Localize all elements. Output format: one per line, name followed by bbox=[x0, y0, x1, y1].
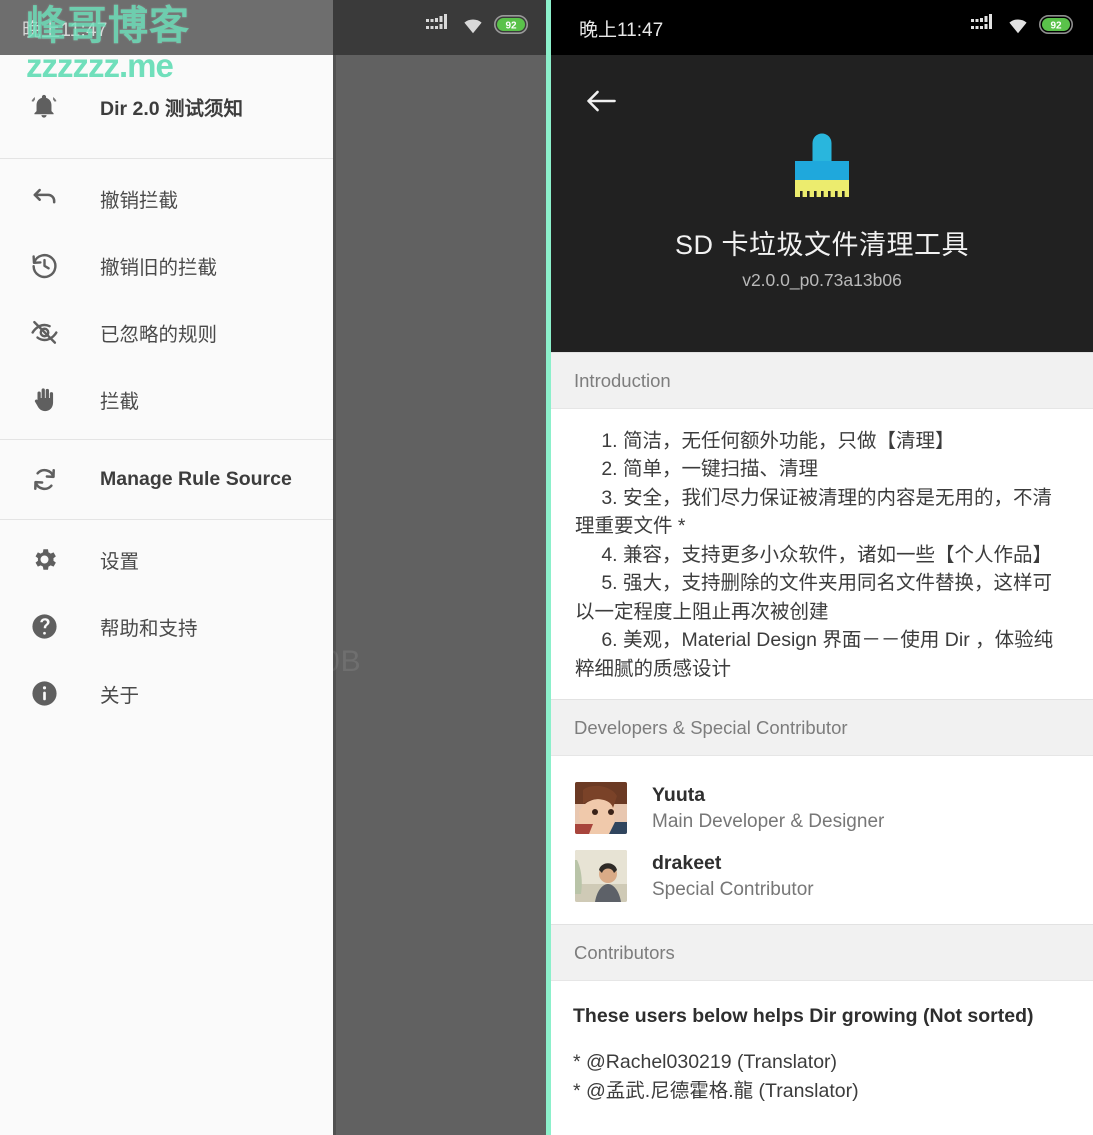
intro-line: 4. 兼容，支持更多小众软件，诸如一些【个人作品】 bbox=[601, 543, 1052, 566]
developer-meta: Yuuta Main Developer & Designer bbox=[652, 784, 884, 833]
developer-meta: drakeet Special Contributor bbox=[652, 852, 814, 901]
right-status-bar: 晚上11:47 92 bbox=[551, 0, 1093, 55]
drawer-item-label: 撤销旧的拦截 bbox=[100, 257, 218, 279]
drawer-item-about[interactable]: 关于 bbox=[0, 660, 333, 727]
drawer-item-undo-block[interactable]: 撤销拦截 bbox=[0, 165, 333, 232]
avatar bbox=[575, 782, 627, 835]
section-title: Developers & Special Contributor bbox=[574, 716, 848, 738]
drawer-item-help-support[interactable]: 帮助和支持 bbox=[0, 593, 333, 660]
drawer-item-label: Manage Rule Source bbox=[100, 468, 292, 490]
wifi-icon bbox=[461, 15, 485, 39]
hand-icon bbox=[22, 378, 66, 422]
drawer-item-notice[interactable]: Dir 2.0 测试须知 bbox=[0, 77, 333, 135]
drawer-divider bbox=[0, 439, 333, 440]
undo-icon bbox=[22, 177, 66, 221]
left-status-bar: 晚上11:47 92 bbox=[0, 0, 546, 55]
drawer-divider bbox=[0, 158, 333, 159]
svg-text:92: 92 bbox=[1050, 20, 1062, 31]
intro-line: 5. 强大，支持删除的文件夹用同名文件替换，这样可以一定程度上阻止再次被创建 bbox=[575, 572, 1052, 623]
section-title: Contributors bbox=[574, 941, 675, 963]
back-arrow-icon[interactable] bbox=[581, 81, 621, 121]
eye-off-icon bbox=[22, 311, 66, 355]
developer-name: drakeet bbox=[652, 851, 722, 874]
sync-icon bbox=[22, 458, 66, 502]
drawer-header: Dir 2.0 测试须知 bbox=[0, 55, 333, 152]
drawer-item-undo-old-block[interactable]: 撤销旧的拦截 bbox=[0, 232, 333, 299]
drawer-item-label: 帮助和支持 bbox=[100, 618, 198, 640]
history-icon bbox=[22, 244, 66, 288]
right-status-icons: 92 bbox=[971, 14, 1074, 39]
battery-icon: 92 bbox=[494, 14, 529, 39]
signal-bars-icon bbox=[426, 14, 452, 39]
dual-screenshot-container: 0B 晚上11:47 92 Dir 2.0 测试须知 撤销拦截 撤销旧的拦截 已… bbox=[0, 0, 1093, 1135]
right-status-time: 晚上11:47 bbox=[579, 20, 664, 41]
app-version: v2.0.0_p0.73a13b06 bbox=[742, 270, 902, 290]
drawer-item-label: 撤销拦截 bbox=[100, 190, 179, 212]
drawer-item-label: 关于 bbox=[100, 685, 140, 707]
info-circle-icon bbox=[22, 672, 66, 716]
left-status-time: 晚上11:47 bbox=[22, 20, 108, 41]
contributors-lead: These users below helps Dir growing (Not… bbox=[573, 1005, 1034, 1028]
intro-line: 1. 简洁，无任何额外功能，只做【清理】 bbox=[601, 430, 955, 452]
avatar bbox=[575, 850, 627, 903]
left-screen: 0B 晚上11:47 92 Dir 2.0 测试须知 撤销拦截 撤销旧的拦截 已… bbox=[0, 0, 546, 1135]
about-header: SD 卡垃圾文件清理工具 v2.0.0_p0.73a13b06 bbox=[551, 55, 1093, 352]
right-screen: 晚上11:47 92 SD 卡垃圾文件清理工具 v2.0.0_p0.73a13b… bbox=[546, 0, 1093, 1135]
developer-role: Main Developer & Designer bbox=[652, 810, 885, 832]
section-header-developers: Developers & Special Contributor bbox=[551, 699, 1093, 757]
section-header-introduction: Introduction bbox=[551, 352, 1093, 409]
developers-list: Yuuta Main Developer & Designer drakeet … bbox=[551, 756, 1093, 925]
gear-icon bbox=[22, 538, 66, 582]
wifi-icon bbox=[1006, 15, 1030, 39]
bell-icon bbox=[22, 84, 66, 128]
drawer-item-label: Dir 2.0 测试须知 bbox=[100, 97, 244, 120]
drawer-scrim[interactable] bbox=[333, 55, 546, 1135]
drawer-item-label: 设置 bbox=[100, 551, 140, 573]
contributors-body: These users below helps Dir growing (Not… bbox=[551, 981, 1093, 1107]
drawer-edge-shadow bbox=[333, 55, 336, 1135]
drawer-item-settings[interactable]: 设置 bbox=[0, 526, 333, 593]
left-status-icons: 92 bbox=[426, 14, 529, 39]
drawer-item-manage-rule-source[interactable]: Manage Rule Source bbox=[0, 446, 333, 513]
list-item[interactable]: drakeet Special Contributor bbox=[551, 842, 1093, 910]
list-item[interactable]: Yuuta Main Developer & Designer bbox=[551, 774, 1093, 842]
introduction-body: 1. 简洁，无任何额外功能，只做【清理】 2. 简单，一键扫描、清理 3. 安全… bbox=[551, 409, 1093, 700]
drawer-divider bbox=[0, 519, 333, 520]
drawer-item-label: 已忽略的规则 bbox=[100, 324, 218, 346]
drawer-item-block[interactable]: 拦截 bbox=[0, 366, 333, 433]
section-title: Introduction bbox=[574, 369, 671, 391]
developer-role: Special Contributor bbox=[652, 878, 814, 900]
intro-line: 6. 美观，Material Design 界面－－使用 Dir ，体验纯粹细腻… bbox=[575, 629, 1054, 680]
navigation-drawer: Dir 2.0 测试须知 撤销拦截 撤销旧的拦截 已忽略的规则 拦截 Manag… bbox=[0, 55, 333, 1135]
intro-line: 2. 简单，一键扫描、清理 bbox=[601, 458, 818, 481]
developer-name: Yuuta bbox=[652, 783, 706, 806]
intro-line: 3. 安全，我们尽力保证被清理的内容是无用的，不清理重要文件 * bbox=[575, 486, 1052, 538]
drawer-item-ignored-rules[interactable]: 已忽略的规则 bbox=[0, 299, 333, 366]
battery-icon: 92 bbox=[1039, 14, 1074, 39]
signal-bars-icon bbox=[971, 14, 997, 39]
help-circle-icon bbox=[22, 605, 66, 649]
contributor-item: * @Rachel030219 (Translator) bbox=[573, 1051, 838, 1074]
app-title: SD 卡垃圾文件清理工具 bbox=[674, 230, 969, 260]
contributor-item: * @孟武.尼德霍格.龍 (Translator) bbox=[573, 1080, 859, 1103]
svg-text:92: 92 bbox=[505, 20, 517, 31]
drawer-item-label: 拦截 bbox=[100, 391, 140, 413]
broom-app-icon bbox=[778, 121, 866, 209]
section-header-contributors: Contributors bbox=[551, 924, 1093, 982]
